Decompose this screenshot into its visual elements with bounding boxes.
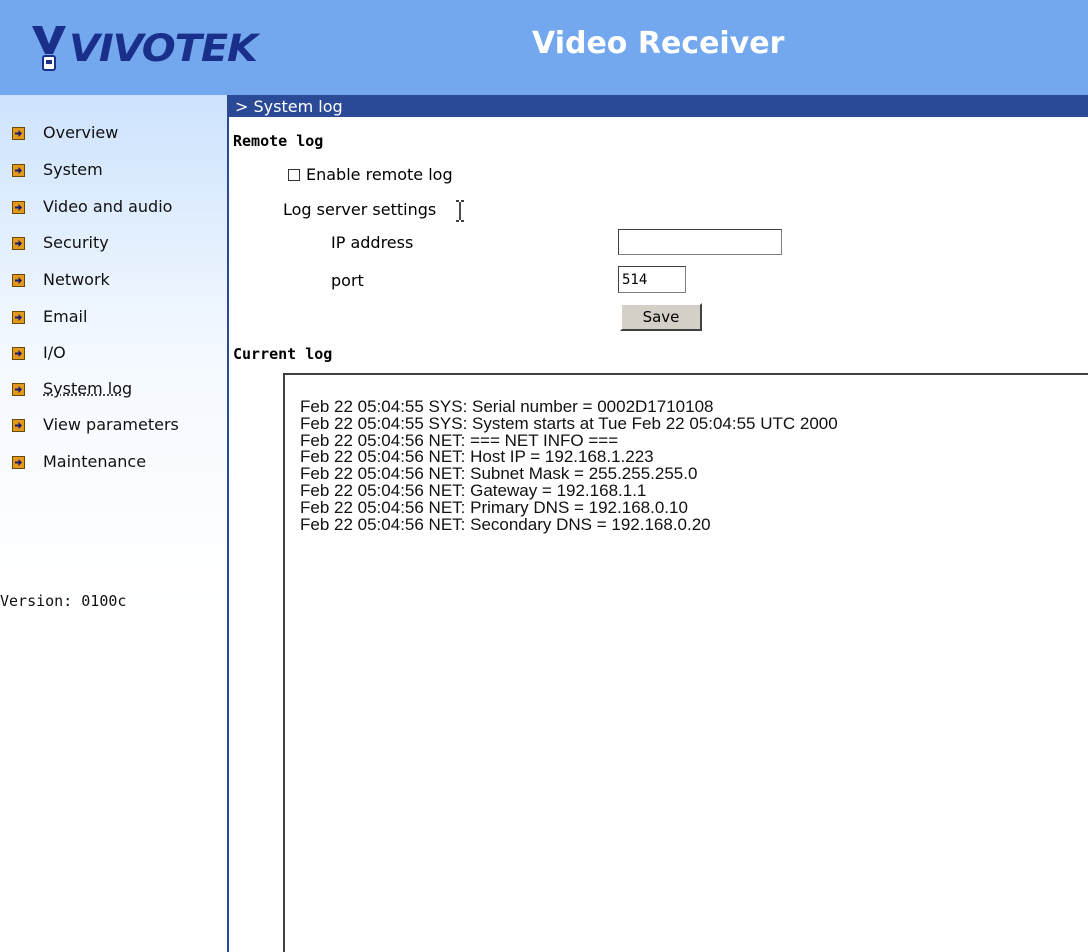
log-content: Feb 22 05:04:55 SYS: Serial number = 000… [300,397,838,534]
arrow-right-icon [12,310,25,324]
sidebar-item-view-parameters[interactable]: View parameters [12,412,179,436]
sidebar-item-label[interactable]: Maintenance [43,452,146,471]
section-title-bar: > System log [229,95,1088,117]
sidebar-divider [227,95,229,952]
vivotek-logo: VIVOTEK [30,22,258,74]
enable-remote-log-row[interactable]: Enable remote log [288,165,453,184]
logo-text: VIVOTEK [69,26,258,70]
sidebar-item-label[interactable]: System [43,160,103,179]
log-server-settings-label: Log server settings [283,200,437,219]
arrow-right-icon [12,163,25,177]
sidebar-item-network[interactable]: Network [12,267,110,291]
sidebar-item-label[interactable]: Email [43,307,87,326]
arrow-right-icon [12,126,25,140]
ip-address-input[interactable] [618,229,782,255]
sidebar-item-overview[interactable]: Overview [12,120,118,144]
sidebar-item-maintenance[interactable]: Maintenance [12,449,146,473]
enable-remote-log-checkbox[interactable] [288,168,300,181]
arrow-right-icon [12,236,25,250]
remote-log-heading: Remote log [233,132,324,150]
sidebar-item-label[interactable]: Security [43,233,109,252]
port-input[interactable] [618,266,686,293]
enable-remote-log-label[interactable]: Enable remote log [306,165,453,184]
arrow-right-icon [12,200,25,214]
port-label: port [331,271,364,290]
sidebar-item-system[interactable]: System [12,157,103,181]
product-title: Video Receiver [532,26,785,61]
version-label: Version: 0100c [0,592,127,610]
current-log-heading: Current log [233,345,333,363]
arrow-right-icon [12,273,25,287]
logo-mark-icon [32,26,66,71]
sidebar-item-label[interactable]: View parameters [43,415,179,434]
sidebar-item-email[interactable]: Email [12,304,87,328]
sidebar [0,95,228,952]
sidebar-item-label[interactable]: Video and audio [43,197,172,216]
sidebar-item-label[interactable]: System log [43,379,132,398]
sidebar-item-security[interactable]: Security [12,230,109,254]
arrow-right-icon [12,418,25,432]
arrow-right-icon [12,346,25,360]
sidebar-item-io[interactable]: I/O [12,340,66,364]
sidebar-item-video-and-audio[interactable]: Video and audio [12,194,172,218]
sidebar-item-system-log[interactable]: System log [12,376,132,400]
text-cursor-icon [456,200,464,222]
sidebar-item-label[interactable]: Network [43,270,110,289]
current-log-textarea[interactable]: Feb 22 05:04:55 SYS: Serial number = 000… [283,373,1088,952]
page-title: > System log [235,96,343,116]
ip-address-label: IP address [331,233,414,252]
header-banner: VIVOTEK Video Receiver [0,0,1088,95]
sidebar-item-label[interactable]: Overview [43,123,118,142]
arrow-right-icon [12,382,25,396]
sidebar-item-label[interactable]: I/O [43,343,66,362]
arrow-right-icon [12,455,25,469]
save-button[interactable]: Save [620,303,702,331]
